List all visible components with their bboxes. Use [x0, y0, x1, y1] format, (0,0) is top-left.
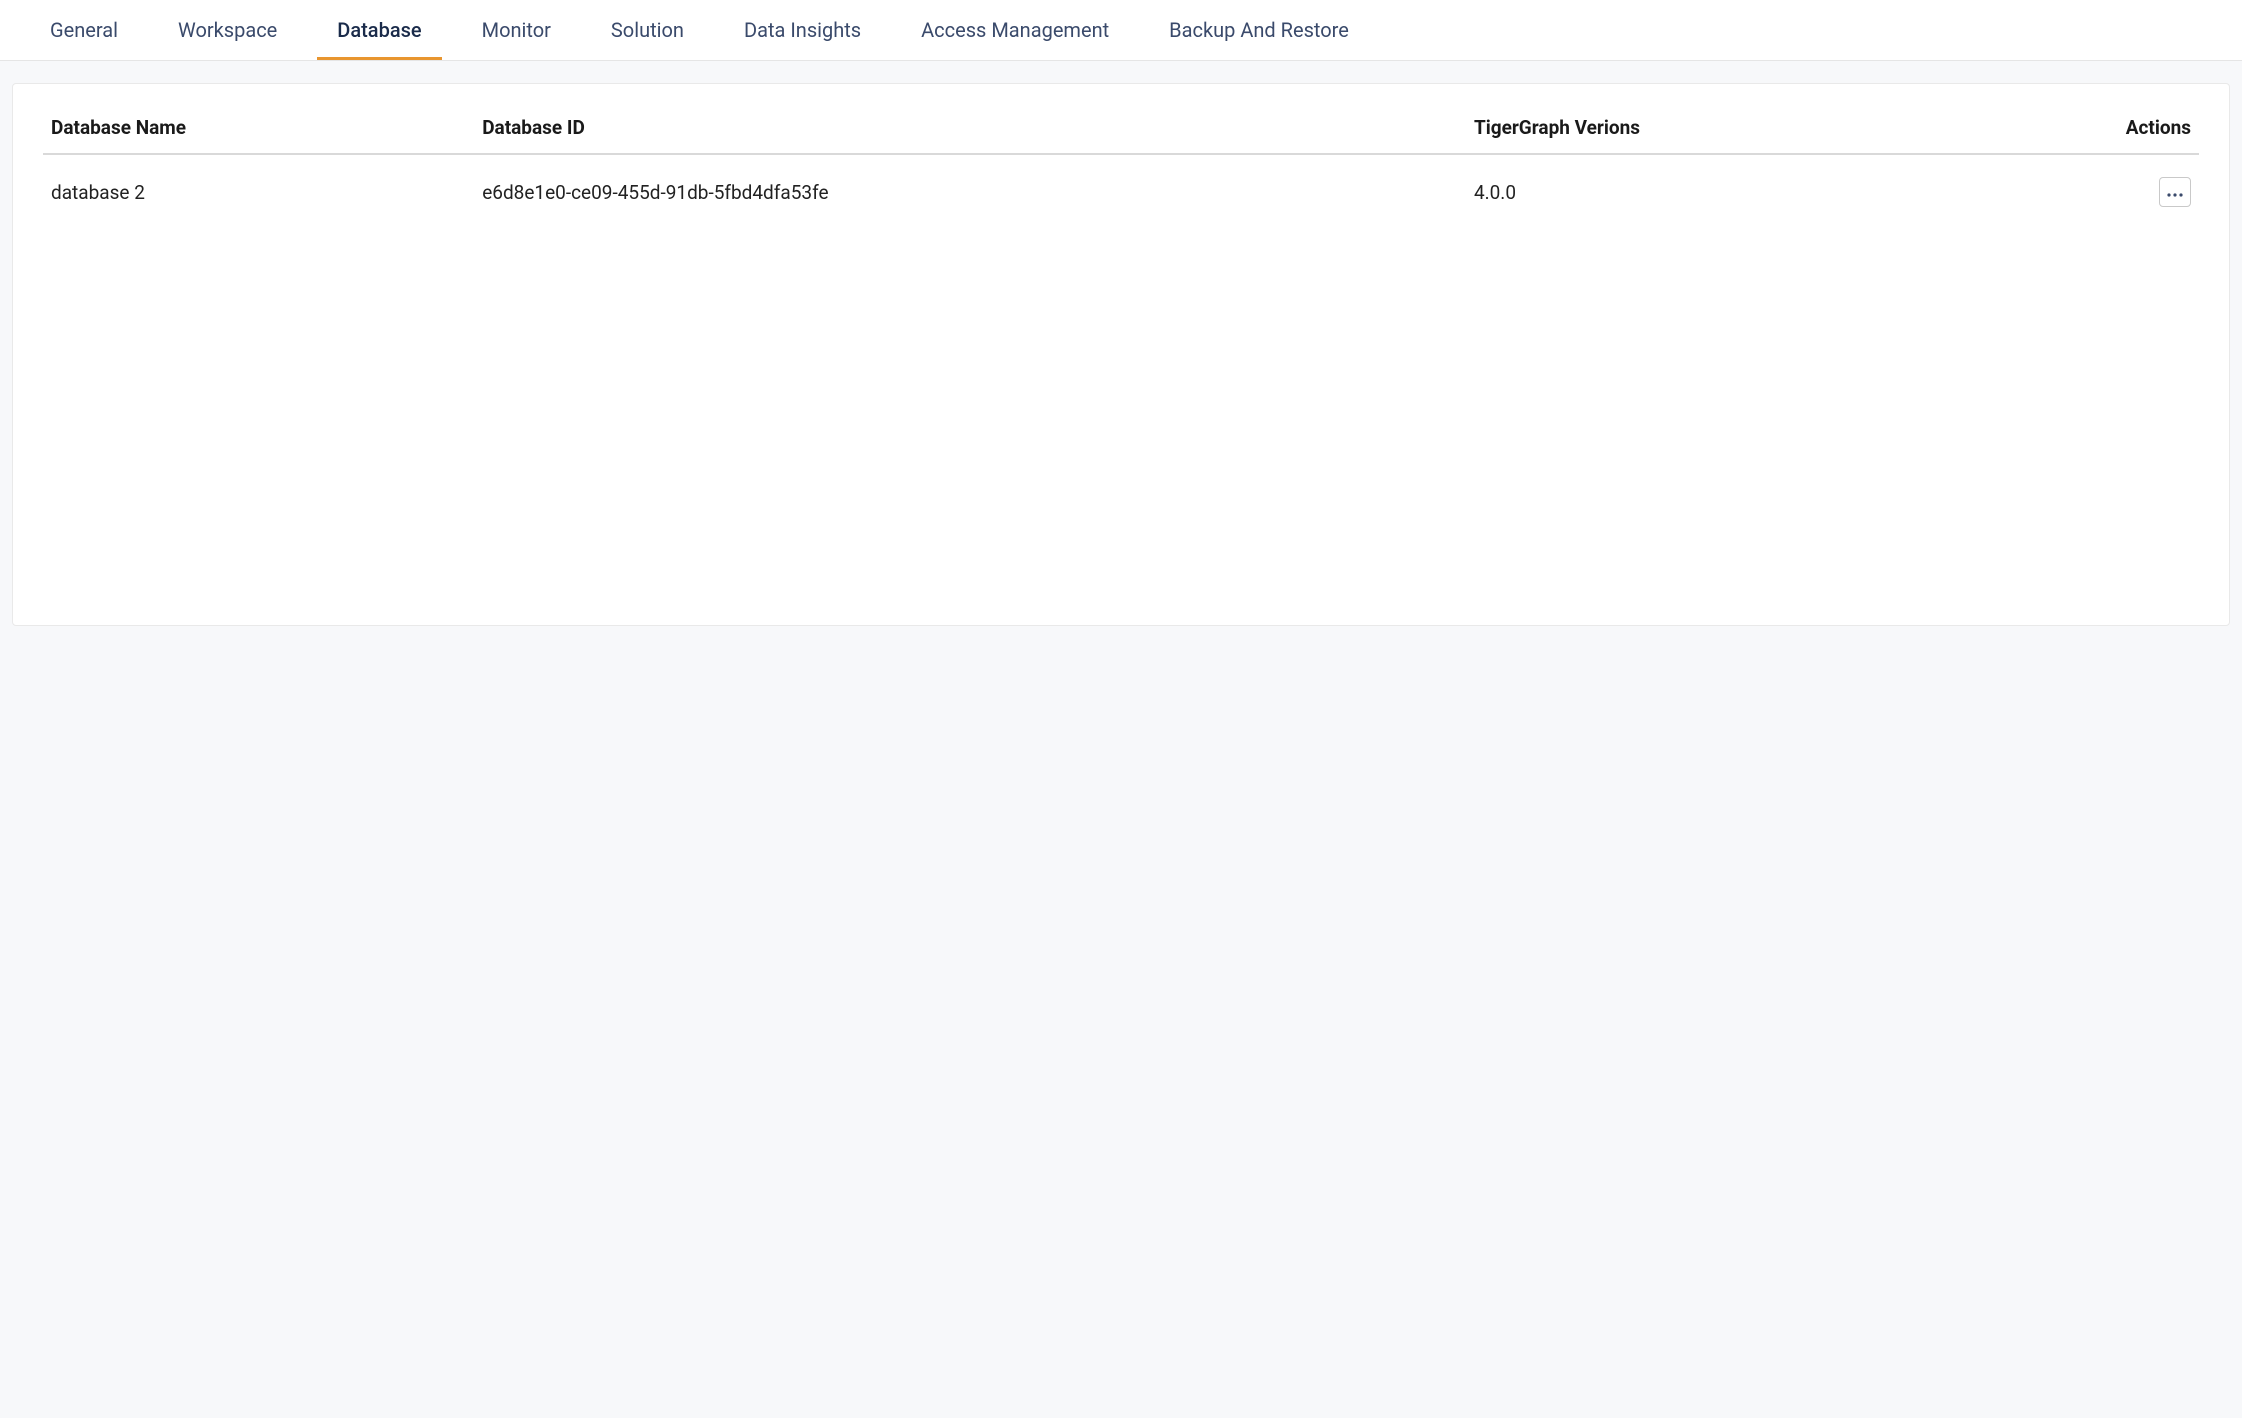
table-header-row: Database Name Database ID TigerGraph Ver…	[43, 104, 2199, 154]
cell-database-id: e6d8e1e0-ce09-455d-91db-5fbd4dfa53fe	[474, 154, 1466, 225]
top-nav: General Workspace Database Monitor Solut…	[0, 0, 2242, 61]
tab-database[interactable]: Database	[307, 0, 451, 60]
tab-data-insights[interactable]: Data Insights	[714, 0, 891, 60]
column-header-actions: Actions	[1983, 104, 2199, 154]
cell-actions	[1983, 154, 2199, 225]
more-horizontal-icon	[2167, 185, 2183, 200]
tab-access-management[interactable]: Access Management	[891, 0, 1139, 60]
row-actions-button[interactable]	[2159, 177, 2191, 207]
tab-general[interactable]: General	[20, 0, 148, 60]
tab-workspace[interactable]: Workspace	[148, 0, 307, 60]
cell-database-name: database 2	[43, 154, 474, 225]
column-header-version: TigerGraph Verions	[1466, 104, 1983, 154]
tab-monitor[interactable]: Monitor	[452, 0, 581, 60]
table-row: database 2 e6d8e1e0-ce09-455d-91db-5fbd4…	[43, 154, 2199, 225]
database-panel: Database Name Database ID TigerGraph Ver…	[12, 83, 2230, 626]
column-header-id: Database ID	[474, 104, 1466, 154]
cell-database-version: 4.0.0	[1466, 154, 1983, 225]
tab-solution[interactable]: Solution	[581, 0, 714, 60]
tab-backup-and-restore[interactable]: Backup And Restore	[1139, 0, 1379, 60]
database-table: Database Name Database ID TigerGraph Ver…	[43, 104, 2199, 225]
column-header-name: Database Name	[43, 104, 474, 154]
